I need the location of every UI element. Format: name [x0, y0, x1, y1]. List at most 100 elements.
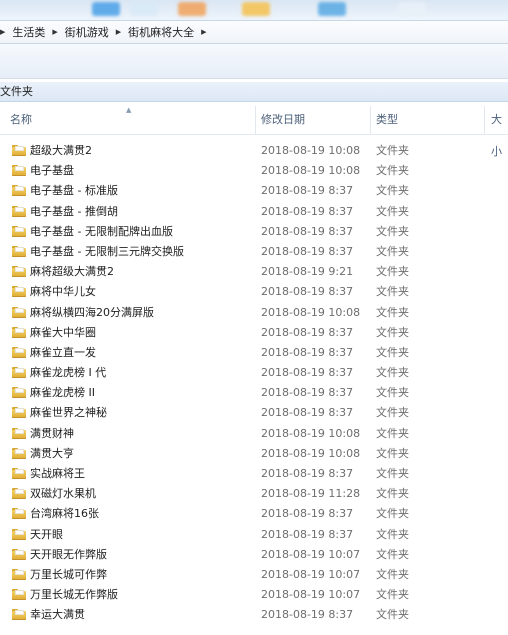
file-type: 文件夹 — [376, 547, 409, 561]
modified-date: 2018-08-19 8:37 — [261, 325, 354, 339]
file-type: 文件夹 — [376, 285, 409, 299]
file-row[interactable]: 满贯大亨 2018-08-19 10:08 文件夹 — [0, 444, 508, 464]
modified-date: 2018-08-19 10:08 — [261, 446, 361, 460]
chevron-right-icon[interactable]: ▶ — [0, 28, 5, 36]
folder-icon — [12, 367, 26, 379]
file-name[interactable]: 满贯财神 — [30, 424, 74, 444]
file-row[interactable]: 麻雀世界之神秘 2018-08-19 8:37 文件夹 — [0, 403, 508, 423]
file-row[interactable]: 幸运大满贯 2018-08-19 8:37 文件夹 — [0, 605, 508, 625]
file-name[interactable]: 天开眼 — [30, 525, 63, 545]
blurred-app-icon[interactable] — [398, 2, 426, 16]
file-row[interactable]: 超级大满贯2 2018-08-19 10:08 文件夹 — [0, 141, 508, 161]
file-row[interactable]: 天开眼无作弊版 2018-08-19 10:07 文件夹 — [0, 545, 508, 565]
modified-date: 2018-08-19 10:08 — [261, 305, 361, 319]
folder-icon — [12, 346, 26, 358]
folder-icon — [12, 185, 26, 197]
file-row[interactable]: 双磁灯水果机 2018-08-19 11:28 文件夹 — [0, 484, 508, 504]
chevron-right-icon[interactable]: ▶ — [52, 28, 57, 36]
file-name[interactable]: 麻雀大中华圈 — [30, 323, 96, 343]
breadcrumb-item-current[interactable]: 街机麻将大全 — [128, 24, 194, 40]
navigation-pane-label: 文件夹 — [0, 82, 508, 102]
modified-date: 2018-08-19 8:37 — [261, 224, 354, 238]
chevron-right-icon[interactable]: ▶ — [116, 28, 121, 36]
file-row[interactable]: 满贯财神 2018-08-19 10:08 文件夹 — [0, 424, 508, 444]
folder-icon — [12, 306, 26, 318]
file-type: 文件夹 — [376, 567, 409, 581]
file-name[interactable]: 实战麻将王 — [30, 464, 85, 484]
file-name[interactable]: 麻雀龙虎榜 II — [30, 383, 95, 403]
column-header-size[interactable]: 大小 — [491, 104, 508, 158]
file-row[interactable]: 麻将超级大满贯2 2018-08-19 9:21 文件夹 — [0, 262, 508, 282]
modified-date: 2018-08-19 11:28 — [261, 487, 361, 501]
file-row[interactable]: 麻雀大中华圈 2018-08-19 8:37 文件夹 — [0, 323, 508, 343]
modified-date: 2018-08-19 8:37 — [261, 386, 354, 400]
file-type: 文件夹 — [376, 204, 409, 218]
file-name[interactable]: 电子基盘 - 无限制配牌出血版 — [30, 222, 173, 242]
file-name[interactable]: 麻雀立直一发 — [30, 343, 96, 363]
file-name[interactable]: 电子基盘 - 推倒胡 — [30, 202, 118, 222]
file-type: 文件夹 — [376, 487, 409, 501]
file-name[interactable]: 万里长城可作弊 — [30, 565, 107, 585]
file-row[interactable]: 电子基盘 - 标准版 2018-08-19 8:37 文件夹 — [0, 181, 508, 201]
blurred-app-icon[interactable] — [242, 2, 270, 16]
modified-date: 2018-08-19 10:08 — [261, 164, 361, 178]
folder-icon — [12, 145, 26, 156]
file-row[interactable]: 天开眼 2018-08-19 8:37 文件夹 — [0, 525, 508, 545]
breadcrumb-item[interactable]: 街机游戏 — [65, 24, 109, 40]
file-row[interactable]: 万里长城可作弊 2018-08-19 10:07 文件夹 — [0, 565, 508, 585]
file-row[interactable]: 电子基盘 - 推倒胡 2018-08-19 8:37 文件夹 — [0, 202, 508, 222]
column-header-date[interactable]: 修改日期 — [261, 104, 305, 134]
file-type: 文件夹 — [376, 507, 409, 521]
file-row[interactable]: 万里长城无作弊版 2018-08-19 10:07 文件夹 — [0, 585, 508, 605]
file-type: 文件夹 — [376, 224, 409, 238]
file-row[interactable]: 麻雀龙虎榜 I 代 2018-08-19 8:37 文件夹 — [0, 363, 508, 383]
file-row[interactable]: 电子基盘 - 无限制三元牌交换版 2018-08-19 8:37 文件夹 — [0, 242, 508, 262]
file-list: 超级大满贯2 2018-08-19 10:08 文件夹 电子基盘 2018-08-19 … — [0, 141, 508, 626]
column-divider[interactable] — [484, 106, 485, 134]
taskbar-strip — [0, 0, 508, 20]
file-name[interactable]: 麻将纵横四海20分满屏版 — [30, 303, 154, 323]
file-row[interactable]: 电子基盘 2018-08-19 10:08 文件夹 — [0, 161, 508, 181]
file-name[interactable]: 满贯大亨 — [30, 444, 74, 464]
blurred-app-icon[interactable] — [92, 2, 120, 16]
folder-icon — [12, 225, 26, 237]
blurred-app-icon[interactable] — [130, 2, 158, 16]
file-row[interactable]: 电子基盘 - 无限制配牌出血版 2018-08-19 8:37 文件夹 — [0, 222, 508, 242]
column-divider[interactable] — [255, 106, 256, 134]
modified-date: 2018-08-19 10:07 — [261, 547, 361, 561]
column-header-name[interactable]: 名称 — [10, 104, 32, 134]
column-divider[interactable] — [370, 106, 371, 134]
file-name[interactable]: 超级大满贯2 — [30, 141, 92, 161]
file-row[interactable]: 麻雀立直一发 2018-08-19 8:37 文件夹 — [0, 343, 508, 363]
file-name[interactable]: 电子基盘 — [30, 161, 74, 181]
file-name[interactable]: 双磁灯水果机 — [30, 484, 96, 504]
file-row[interactable]: 台湾麻将16张 2018-08-19 8:37 文件夹 — [0, 504, 508, 524]
file-name[interactable]: 电子基盘 - 无限制三元牌交换版 — [30, 242, 184, 262]
file-name[interactable]: 台湾麻将16张 — [30, 504, 99, 524]
breadcrumb-item[interactable]: 生活类 — [12, 24, 45, 40]
folder-icon — [12, 548, 26, 560]
file-row[interactable]: 麻雀龙虎榜 II 2018-08-19 8:37 文件夹 — [0, 383, 508, 403]
chevron-right-icon[interactable]: ▶ — [201, 28, 206, 36]
blurred-app-icon[interactable] — [318, 2, 346, 16]
file-name[interactable]: 幸运大满贯 — [30, 605, 85, 625]
file-name[interactable]: 万里长城无作弊版 — [30, 585, 118, 605]
file-row[interactable]: 麻将纵横四海20分满屏版 2018-08-19 10:08 文件夹 — [0, 303, 508, 323]
column-header-type[interactable]: 类型 — [376, 104, 398, 134]
breadcrumb[interactable]: ▶ 生活类 ▶ 街机游戏 ▶ 街机麻将大全 ▶ — [0, 20, 508, 44]
file-type: 文件夹 — [376, 426, 409, 440]
modified-date: 2018-08-19 10:08 — [261, 426, 361, 440]
column-header: ▲ 名称 修改日期 类型 大小 — [0, 104, 508, 158]
file-type: 文件夹 — [376, 244, 409, 258]
blurred-app-icon[interactable] — [178, 2, 206, 16]
file-row[interactable]: 实战麻将王 2018-08-19 8:37 文件夹 — [0, 464, 508, 484]
file-name[interactable]: 麻将超级大满贯2 — [30, 262, 114, 282]
file-name[interactable]: 麻雀龙虎榜 I 代 — [30, 363, 106, 383]
file-name[interactable]: 电子基盘 - 标准版 — [30, 181, 118, 201]
file-type: 文件夹 — [376, 164, 409, 178]
file-name[interactable]: 天开眼无作弊版 — [30, 545, 107, 565]
file-type: 文件夹 — [376, 265, 409, 279]
file-row[interactable]: 麻将中华儿女 2018-08-19 8:37 文件夹 — [0, 282, 508, 302]
file-name[interactable]: 麻将中华儿女 — [30, 282, 96, 302]
file-name[interactable]: 麻雀世界之神秘 — [30, 403, 107, 423]
